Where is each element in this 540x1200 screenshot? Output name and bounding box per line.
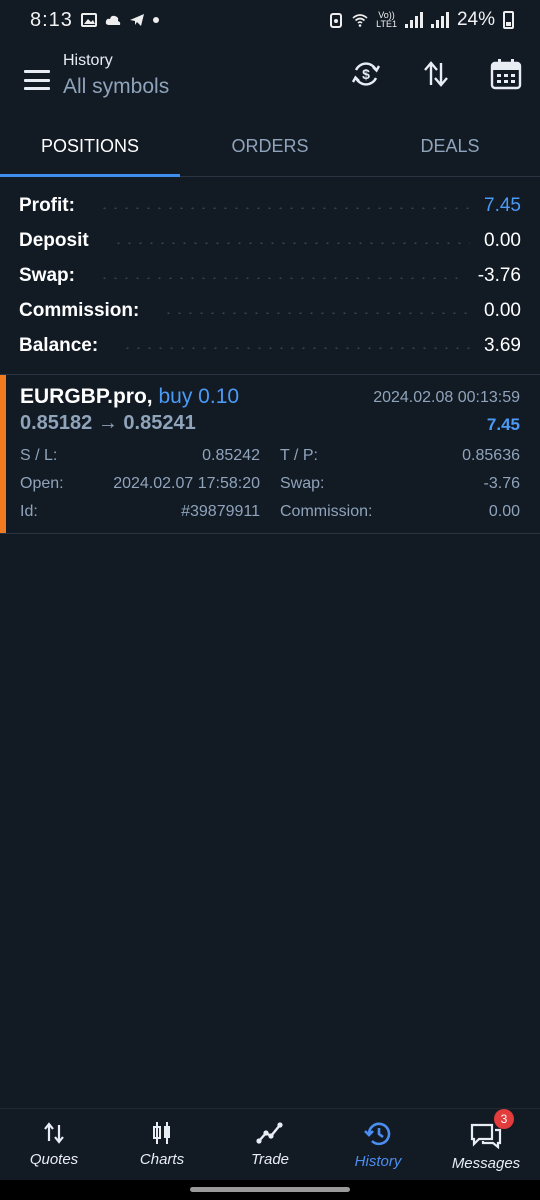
deposit-withdraw-button[interactable]: $ [350,58,382,90]
nav-label: Messages [451,1155,521,1172]
gallery-icon [80,13,97,27]
summary-label: Commission: [19,299,140,321]
position-prices: 0.85182 → 0.85241 [20,412,196,434]
dotted-leader [98,276,464,279]
wifi-icon [352,14,368,27]
summary-value: 0.00 [484,299,521,321]
position-close-time: 2024.02.08 00:13:59 [373,389,520,406]
signal-1-icon [404,12,423,28]
nav-label: Charts [139,1151,185,1168]
summary-label: Profit: [19,194,75,216]
summary-row-swap: Swap: -3.76 [0,258,540,293]
detail-label: Commission: [280,503,373,520]
sort-button[interactable] [420,58,452,90]
position-header: EURGBP.pro, buy 0.10 [20,385,239,409]
signal-2-icon [430,12,449,28]
summary-row-deposit: Deposit 0.00 [0,223,540,258]
volte-label: Vo)) LTE1 [376,10,397,29]
summary-value: -3.76 [477,264,521,286]
status-bar-right: Vo)) LTE1 24% [328,9,514,31]
summary-row-balance: Balance: 3.69 [0,328,540,363]
dotted-leader [112,241,471,244]
currency-cycle-icon: $ [351,62,381,86]
detail-value: 0.85636 [462,447,520,464]
page-title: History [63,52,113,69]
battery-icon [503,11,514,29]
divider [0,533,540,534]
summary-value: 3.69 [484,334,521,356]
detail-label: Swap: [280,475,325,492]
dotted-leader [122,346,471,349]
nav-label: Trade [250,1151,290,1168]
position-profit: 7.45 [486,415,520,434]
status-time: 8:13 [30,8,73,31]
calendar-button[interactable] [490,58,522,90]
detail-tp: T / P: 0.85636 [260,442,520,470]
history-tabs: POSITIONS ORDERS DEALS [0,120,540,177]
calendar-icon [490,59,522,90]
position-side: buy 0.10 [158,385,240,408]
header-text[interactable]: History All symbols [63,52,169,99]
summary-value: 0.00 [484,229,521,251]
nav-quotes[interactable]: Quotes [0,1109,108,1180]
position-symbol: EURGBP.pro, [20,385,153,408]
detail-open: Open: 2024.02.07 17:58:20 [20,470,260,498]
summary-panel: Profit: 7.45 Deposit 0.00 Swap: -3.76 Co… [0,188,540,363]
detail-sl: S / L: 0.85242 [20,442,260,470]
home-indicator[interactable] [190,1187,350,1192]
nav-trade[interactable]: Trade [216,1109,324,1180]
cloud-icon [105,15,121,25]
detail-commission: Commission: 0.00 [260,498,520,526]
battery-percent: 24% [456,9,495,30]
svg-text:$: $ [362,66,370,82]
trade-line-icon [256,1122,283,1144]
summary-row-profit: Profit: 7.45 [0,188,540,223]
detail-value: 0.00 [488,503,520,520]
detail-value: -3.76 [483,475,520,492]
nav-label: History [354,1153,402,1170]
detail-id: Id: #39879911 [20,498,260,526]
detail-value: 2024.02.07 17:58:20 [113,475,260,492]
nav-history[interactable]: History [324,1109,432,1180]
header-actions: $ [350,58,522,90]
tab-orders[interactable]: ORDERS [180,120,360,176]
telegram-icon [129,14,144,26]
nav-label: Quotes [29,1151,79,1168]
quotes-arrows-icon [44,1122,64,1144]
status-bar-left: 8:13 [30,9,159,32]
summary-row-commission: Commission: 0.00 [0,293,540,328]
status-bar: 8:13 Vo)) LTE1 24% [0,0,540,40]
nav-charts[interactable]: Charts [108,1109,216,1180]
summary-label: Swap: [19,264,75,286]
detail-label: T / P: [280,447,318,464]
nav-messages[interactable]: 3 Messages [432,1109,540,1180]
summary-label: Deposit [19,229,89,251]
detail-swap: Swap: -3.76 [260,470,520,498]
position-details: S / L: 0.85242 T / P: 0.85636 Open: 2024… [20,442,520,526]
summary-value: 7.45 [484,194,521,216]
app-header: History All symbols $ [0,40,540,120]
detail-value: #39879911 [181,503,260,520]
bottom-nav: Quotes Charts Trade History 3 Messages [0,1108,540,1180]
tab-deals[interactable]: DEALS [360,120,540,176]
messages-badge: 3 [494,1109,514,1129]
history-clock-icon [364,1122,391,1146]
notification-dot-icon [152,17,159,23]
symbol-filter[interactable]: All symbols [63,75,169,99]
position-item[interactable]: EURGBP.pro, buy 0.10 2024.02.08 00:13:59… [0,375,540,533]
dotted-leader [98,206,471,209]
detail-label: S / L: [20,447,58,464]
tab-positions[interactable]: POSITIONS [0,120,180,177]
detail-value: 0.85242 [202,447,260,464]
menu-icon[interactable] [24,70,50,90]
battery-saver-icon [330,13,343,28]
dotted-leader [163,311,471,314]
sort-arrows-icon [424,61,448,87]
detail-label: Open: [20,475,64,492]
detail-label: Id: [20,503,38,520]
gesture-bar [0,1180,540,1200]
summary-label: Balance: [19,334,99,356]
candlestick-icon [153,1122,170,1144]
